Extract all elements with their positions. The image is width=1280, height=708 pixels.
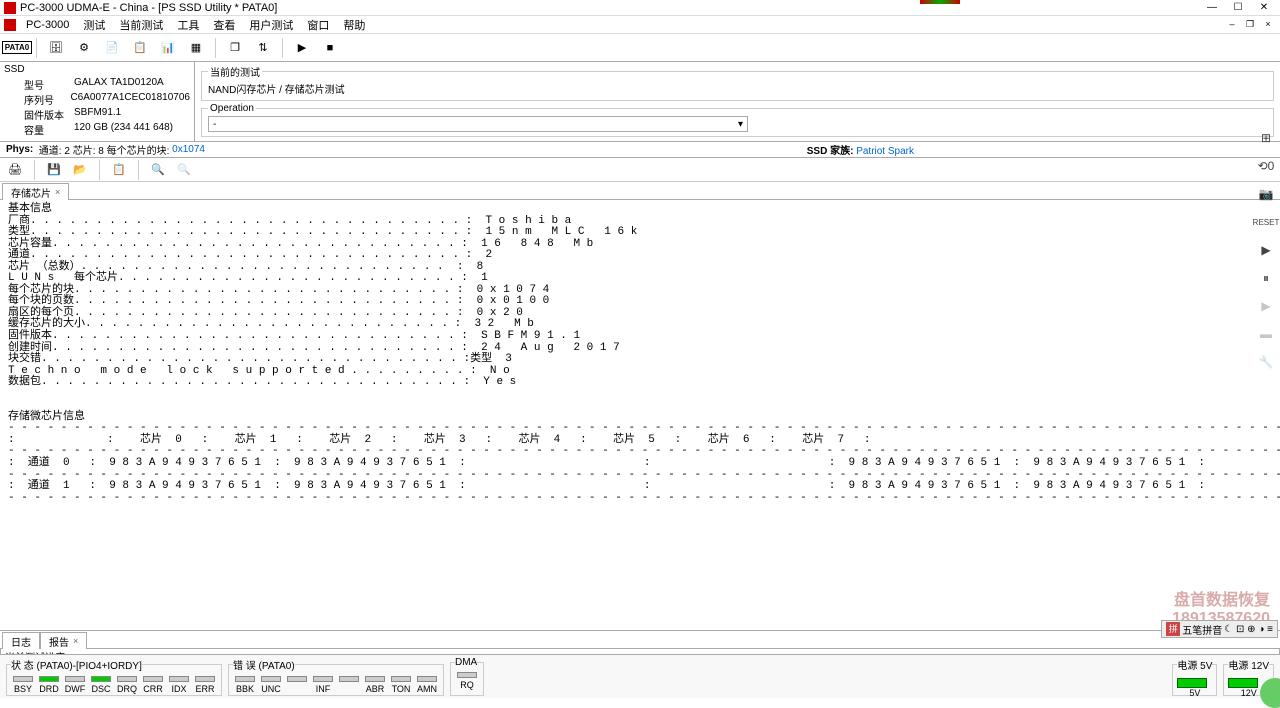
led-inf: INF <box>311 674 335 694</box>
led-crr: CRR <box>141 674 165 694</box>
menu-tools[interactable]: 工具 <box>171 16 205 34</box>
led-dsc: DSC <box>89 674 113 694</box>
menu-current[interactable]: 当前测试 <box>113 16 169 34</box>
tab-close-icon[interactable]: × <box>55 187 60 197</box>
open-icon[interactable]: 📂 <box>69 160 91 180</box>
ssd-firmware: SBFM91.1 <box>74 107 121 122</box>
pata-icon[interactable]: PATA0 <box>4 36 30 60</box>
led-dwf: DWF <box>63 674 87 694</box>
ime-bar[interactable]: 拼 五笔拼音 ☾ ⊡ ⊕ ◑ ≡ <box>1161 620 1278 638</box>
operation-fieldset: Operation - <box>201 103 1274 137</box>
main-toolbar: PATA0 🗄 ⚙ 📄 📋 📊 ▦ ❐ ⇅ ▶ ■ <box>0 34 1280 62</box>
mdi-close[interactable]: × <box>1260 19 1276 31</box>
test-path: NAND闪存芯片 / 存储芯片测试 <box>208 81 1267 96</box>
led-idx: IDX <box>167 674 191 694</box>
menu-test[interactable]: 测试 <box>77 16 111 34</box>
rt-fwd-icon[interactable]: ▶ <box>1256 296 1276 316</box>
tool-chip-icon[interactable]: ⚙ <box>71 36 97 60</box>
mdi-minimize[interactable]: – <box>1224 19 1240 31</box>
tool-db-icon[interactable]: 🗄 <box>43 36 69 60</box>
tool-grid-icon[interactable]: ▦ <box>183 36 209 60</box>
save-icon[interactable]: 💾 <box>43 160 65 180</box>
mdi-restore[interactable]: ❐ <box>1242 19 1258 31</box>
error-fieldset: 错 误 (PATA0) BBKUNCINFABRTONAMN <box>228 657 444 696</box>
corner-indicator <box>1260 678 1280 708</box>
menu-user[interactable]: 用户测试 <box>243 16 299 34</box>
tab-report[interactable]: 报告× <box>40 632 87 649</box>
rt-expand-icon[interactable]: ⊞ <box>1256 128 1276 148</box>
window-title: PC-3000 UDMA-E - China - [PS SSD Utility… <box>20 2 1200 14</box>
phys-info-row: Phys: 通道: 2 芯片: 8 每个芯片的块: 0x1074 SSD 家族:… <box>0 142 1280 158</box>
led-drd: DRD <box>37 674 61 694</box>
rt-camera-icon[interactable]: 📷 <box>1256 184 1276 204</box>
ssd-info-panel: SSD 型号GALAX TA1D0120A 序列号C6A0077A1CEC018… <box>0 62 195 141</box>
tab-close-icon[interactable]: × <box>73 636 78 646</box>
rt-chip-icon[interactable]: ▬ <box>1256 324 1276 344</box>
led-err: ERR <box>193 674 217 694</box>
ssd-capacity: 120 GB (234 441 648) <box>74 122 173 137</box>
operation-dropdown[interactable]: - <box>208 116 748 132</box>
print-icon[interactable]: 🖨 <box>4 160 26 180</box>
menu-pc3000[interactable]: PC-3000 <box>20 18 75 32</box>
led-rq: RQ <box>455 670 479 690</box>
dma-fieldset: DMA RQ <box>450 657 484 696</box>
rt-zero-icon[interactable]: ⟲0 <box>1256 156 1276 176</box>
menu-help[interactable]: 帮助 <box>337 16 371 34</box>
led-abr: ABR <box>363 674 387 694</box>
tab-log[interactable]: 日志 <box>2 632 40 649</box>
play-button[interactable]: ▶ <box>289 36 315 60</box>
app-icon <box>4 2 16 14</box>
menu-view[interactable]: 查看 <box>207 16 241 34</box>
close-button[interactable]: ✕ <box>1252 1 1276 15</box>
ssd-family-link[interactable]: Patriot Spark <box>856 146 914 157</box>
rt-reset-icon[interactable]: RESET <box>1256 212 1276 232</box>
led-bsy: BSY <box>11 674 35 694</box>
ssd-header: SSD <box>4 64 190 75</box>
stop-button[interactable]: ■ <box>317 36 343 60</box>
minimize-button[interactable]: — <box>1200 1 1224 15</box>
blocks-value: 0x1074 <box>172 144 205 155</box>
maximize-button[interactable]: ☐ <box>1226 1 1250 15</box>
led- <box>337 674 361 694</box>
rt-wrench-icon[interactable]: 🔧 <box>1256 352 1276 372</box>
copy-icon[interactable]: 📋 <box>108 160 130 180</box>
report-content: 基本信息 厂商. . . . . . . . . . . . . . . . .… <box>0 200 1280 630</box>
tool-doc1-icon[interactable]: 📄 <box>99 36 125 60</box>
tool-doc2-icon[interactable]: 📋 <box>127 36 153 60</box>
led-bbk: BBK <box>233 674 257 694</box>
rt-pause-icon[interactable]: ⏸ <box>1256 268 1276 288</box>
ssd-model: GALAX TA1D0120A <box>74 77 164 92</box>
ime-icon: 拼 <box>1166 622 1180 636</box>
ssd-serial: C6A0077A1CEC01810706 <box>70 92 190 107</box>
current-test-fieldset: 当前的测试 NAND闪存芯片 / 存储芯片测试 <box>201 64 1274 101</box>
power-5v: 电源 5V 5V <box>1172 657 1217 696</box>
app-icon-small <box>4 19 16 31</box>
status-fieldset: 状 态 (PATA0)-[PIO4+IORDY] BSYDRDDWFDSCDRQ… <box>6 657 222 696</box>
tool-sort-icon[interactable]: ⇅ <box>250 36 276 60</box>
menu-window[interactable]: 窗口 <box>301 16 335 34</box>
led-ton: TON <box>389 674 413 694</box>
secondary-toolbar: 🖨 💾 📂 📋 🔍 🔍 <box>0 158 1280 182</box>
find-next-icon[interactable]: 🔍 <box>173 160 195 180</box>
tab-storage-chip[interactable]: 存储芯片 × <box>2 183 69 200</box>
led-amn: AMN <box>415 674 439 694</box>
led- <box>285 674 309 694</box>
led-unc: UNC <box>259 674 283 694</box>
tool-chart-icon[interactable]: 📊 <box>155 36 181 60</box>
led-drq: DRQ <box>115 674 139 694</box>
tool-copy-icon[interactable]: ❐ <box>222 36 248 60</box>
right-toolbar: ⊞ ⟲0 📷 RESET ▶ ⏸ ▶ ▬ 🔧 <box>1254 128 1278 372</box>
rt-play-icon[interactable]: ▶ <box>1256 240 1276 260</box>
binoculars-icon[interactable]: 🔍 <box>147 160 169 180</box>
